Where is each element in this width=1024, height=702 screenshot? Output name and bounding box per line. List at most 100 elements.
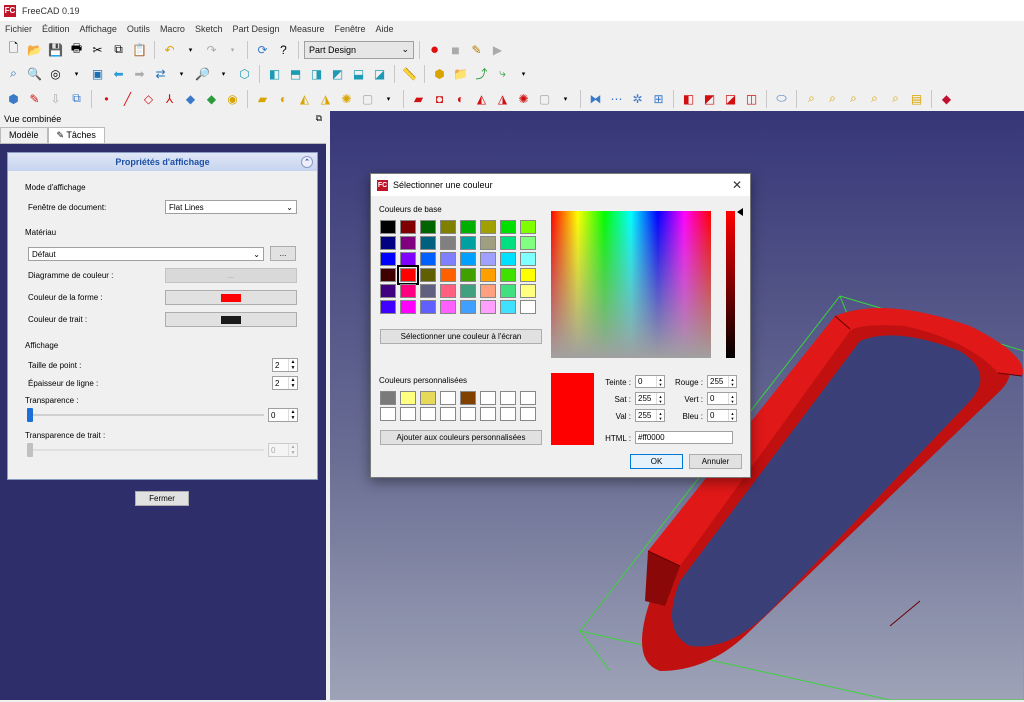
custom-color-swatch[interactable] xyxy=(480,391,496,405)
material-select[interactable]: Défaut ⌄ xyxy=(28,247,264,261)
redo-icon[interactable]: ↷ xyxy=(202,40,221,59)
basic-color-swatch[interactable] xyxy=(480,252,496,266)
linear-pattern-icon[interactable]: ⋯ xyxy=(607,89,626,108)
basic-color-swatch[interactable] xyxy=(400,220,416,234)
view-left-icon[interactable]: ◪ xyxy=(370,64,389,83)
line-transparency-slider-track[interactable] xyxy=(28,449,264,451)
menu-item-0[interactable]: Fichier xyxy=(0,24,37,34)
measure-clear-icon[interactable]: ⌕ xyxy=(865,89,884,108)
basic-color-swatch[interactable] xyxy=(440,300,456,314)
basic-color-swatch[interactable] xyxy=(400,300,416,314)
dropdown-arrow-icon[interactable]: ▾ xyxy=(556,89,575,108)
spin-arrows-icon[interactable]: ▲ ▼ xyxy=(728,410,736,421)
polar-pattern-icon[interactable]: ✲ xyxy=(628,89,647,108)
subtractive-loft-icon[interactable]: ◭ xyxy=(472,89,491,108)
basic-color-swatch[interactable] xyxy=(520,284,536,298)
measure-toggle-icon[interactable]: ⌕ xyxy=(886,89,905,108)
draft-icon[interactable]: ◪ xyxy=(721,89,740,108)
view-top-icon[interactable]: ⬒ xyxy=(286,64,305,83)
basic-color-swatch[interactable] xyxy=(460,220,476,234)
spin-arrows-icon[interactable]: ▲ ▼ xyxy=(656,410,664,421)
chamfer-icon[interactable]: ◩ xyxy=(700,89,719,108)
basic-color-swatch[interactable] xyxy=(460,268,476,282)
collapse-icon[interactable]: ⌃ xyxy=(301,156,313,168)
local-cs-icon[interactable]: ⅄ xyxy=(160,89,179,108)
fit-all-icon[interactable]: ⌕ xyxy=(4,64,23,83)
tab-tasks[interactable]: ✎ Tâches xyxy=(47,127,105,143)
open-icon[interactable]: 📂 xyxy=(25,40,44,59)
line-width-spinbox[interactable]: 2 ▲ ▼ xyxy=(272,376,298,390)
pocket-icon[interactable]: ▰ xyxy=(409,89,428,108)
subtractive-primitive-icon[interactable]: ▢ xyxy=(535,89,554,108)
blue-spinbox[interactable]: 0 ▲ ▼ xyxy=(707,409,737,422)
sprocket-icon[interactable]: ◆ xyxy=(937,89,956,108)
undock-icon[interactable]: ⧉ xyxy=(316,113,322,124)
custom-color-swatch[interactable] xyxy=(520,407,536,421)
red-spinbox[interactable]: 255 ▲ ▼ xyxy=(707,375,737,388)
val-spinbox[interactable]: 255 ▲ ▼ xyxy=(635,409,665,422)
basic-color-swatch[interactable] xyxy=(400,284,416,298)
line-transparency-spinbox[interactable]: 0 ▲ ▼ xyxy=(268,443,298,457)
run-macro-icon[interactable]: ▶ xyxy=(488,40,507,59)
menu-item-4[interactable]: Macro xyxy=(155,24,190,34)
spin-arrows-icon[interactable]: ▲ ▼ xyxy=(728,393,736,404)
dropdown-arrow-icon[interactable]: ▾ xyxy=(379,89,398,108)
basic-color-swatch[interactable] xyxy=(500,268,516,282)
basic-color-swatch[interactable] xyxy=(420,300,436,314)
dropdown-arrow-icon[interactable]: ▾ xyxy=(67,64,86,83)
transparency-slider-track[interactable] xyxy=(28,414,264,416)
menu-item-9[interactable]: Aide xyxy=(371,24,399,34)
spin-arrows-icon[interactable]: ▲ ▼ xyxy=(728,376,736,387)
menu-item-7[interactable]: Measure xyxy=(285,24,330,34)
basic-color-swatch[interactable] xyxy=(420,284,436,298)
datum-plane-icon[interactable]: ◇ xyxy=(139,89,158,108)
measure-delta-icon[interactable]: ▤ xyxy=(907,89,926,108)
additive-primitive-icon[interactable]: ▢ xyxy=(358,89,377,108)
back-arrow-icon[interactable]: ⬅ xyxy=(109,64,128,83)
luminance-pointer-icon[interactable] xyxy=(737,208,743,216)
copy-icon[interactable]: ⧉ xyxy=(109,40,128,59)
custom-color-swatch[interactable] xyxy=(520,391,536,405)
green-spinbox[interactable]: 0 ▲ ▼ xyxy=(707,392,737,405)
fillet-icon[interactable]: ◧ xyxy=(679,89,698,108)
print-icon[interactable]: 🖶 xyxy=(67,40,86,59)
link-actions-icon[interactable]: ⤷ xyxy=(493,64,512,83)
basic-color-swatch[interactable] xyxy=(480,220,496,234)
custom-color-swatch[interactable] xyxy=(440,407,456,421)
subtractive-helix-icon[interactable]: ✺ xyxy=(514,89,533,108)
view-right-icon[interactable]: ◨ xyxy=(307,64,326,83)
measure-linear-icon[interactable]: ⌕ xyxy=(802,89,821,108)
thickness-icon[interactable]: ◫ xyxy=(742,89,761,108)
custom-color-swatch[interactable] xyxy=(480,407,496,421)
basic-color-swatch[interactable] xyxy=(400,252,416,266)
view-rear-icon[interactable]: ◩ xyxy=(328,64,347,83)
measure-angular-icon[interactable]: ⌕ xyxy=(823,89,842,108)
create-clone-icon[interactable]: ◉ xyxy=(223,89,242,108)
view-bottom-icon[interactable]: ⬓ xyxy=(349,64,368,83)
basic-color-swatch[interactable] xyxy=(520,268,536,282)
basic-color-swatch[interactable] xyxy=(500,252,516,266)
save-icon[interactable]: 💾 xyxy=(46,40,65,59)
basic-color-swatch[interactable] xyxy=(500,284,516,298)
create-sketch-icon[interactable]: ✎ xyxy=(25,89,44,108)
datum-point-icon[interactable]: • xyxy=(97,89,116,108)
basic-color-swatch[interactable] xyxy=(420,236,436,250)
view-front-icon[interactable]: ◧ xyxy=(265,64,284,83)
hue-spinbox[interactable]: 0 ▲ ▼ xyxy=(635,375,665,388)
ok-button[interactable]: OK xyxy=(630,454,683,469)
shape-binder-icon[interactable]: ◆ xyxy=(181,89,200,108)
datum-line-icon[interactable]: ╱ xyxy=(118,89,137,108)
new-document-icon[interactable]: 🗋 xyxy=(4,40,23,59)
point-size-spinbox[interactable]: 2 ▲ ▼ xyxy=(272,358,298,372)
basic-color-swatch[interactable] xyxy=(440,220,456,234)
basic-color-swatch[interactable] xyxy=(400,236,416,250)
menu-item-3[interactable]: Outils xyxy=(122,24,155,34)
menu-item-6[interactable]: Part Design xyxy=(227,24,284,34)
mirrored-icon[interactable]: ⧓ xyxy=(586,89,605,108)
basic-color-swatch[interactable] xyxy=(420,268,436,282)
basic-color-swatch[interactable] xyxy=(440,236,456,250)
basic-color-swatch[interactable] xyxy=(380,284,396,298)
link-icon[interactable]: ⤴ xyxy=(472,64,491,83)
doc-window-select[interactable]: Flat Lines ⌄ xyxy=(165,200,297,214)
hole-icon[interactable]: ◘ xyxy=(430,89,449,108)
